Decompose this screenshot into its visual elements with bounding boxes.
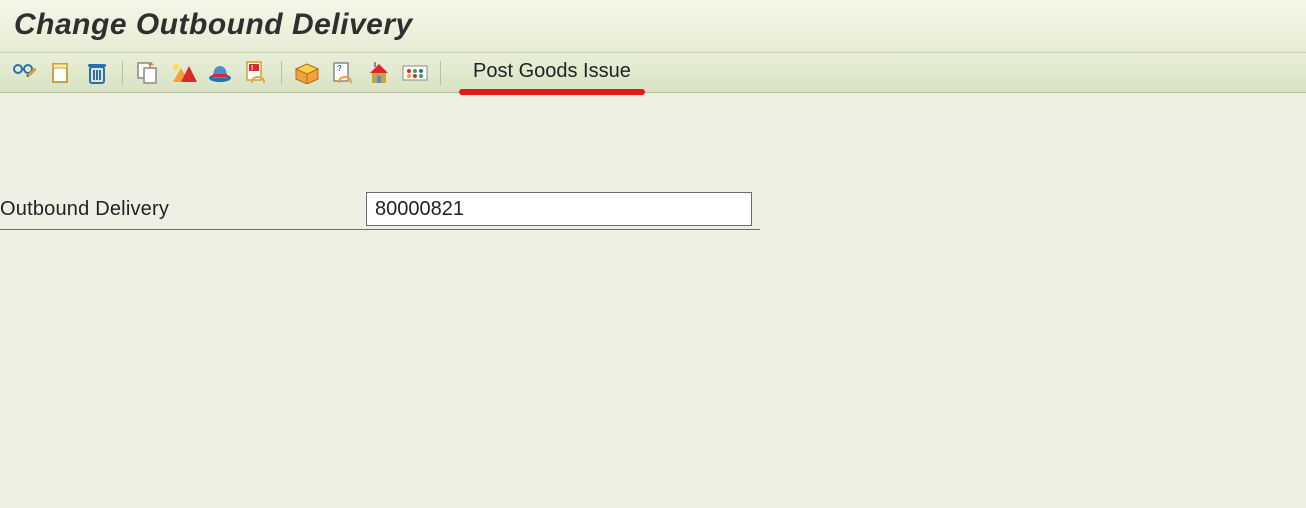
display-change-icon[interactable] [12, 60, 38, 86]
header-details-icon[interactable] [171, 60, 197, 86]
split-icon[interactable] [294, 60, 320, 86]
page-title: Change Outbound Delivery [14, 8, 1292, 42]
outbound-delivery-input[interactable] [366, 192, 752, 226]
packing-icon[interactable] [207, 60, 233, 86]
toolbar-separator [440, 61, 441, 85]
outbound-delivery-row: Outbound Delivery [0, 189, 760, 230]
svg-text:?: ? [337, 64, 342, 73]
highlight-underline [459, 89, 645, 95]
post-goods-issue-button[interactable]: Post Goods Issue [467, 60, 637, 85]
title-bar: Change Outbound Delivery [0, 0, 1306, 53]
toolbar-separator [122, 61, 123, 85]
svg-text:!: ! [251, 65, 253, 72]
outbound-delivery-label: Outbound Delivery [0, 198, 366, 221]
toolbar-separator [281, 61, 282, 85]
delete-icon[interactable] [84, 60, 110, 86]
overview-icon[interactable] [402, 60, 428, 86]
document-other-icon[interactable] [48, 60, 74, 86]
content-area: Outbound Delivery [0, 93, 1306, 230]
copy-icon[interactable] [135, 60, 161, 86]
incompletion-icon[interactable]: ! [243, 60, 269, 86]
services-icon[interactable] [366, 60, 392, 86]
batch-split-icon[interactable]: ? [330, 60, 356, 86]
toolbar: ! ? [0, 53, 1306, 93]
